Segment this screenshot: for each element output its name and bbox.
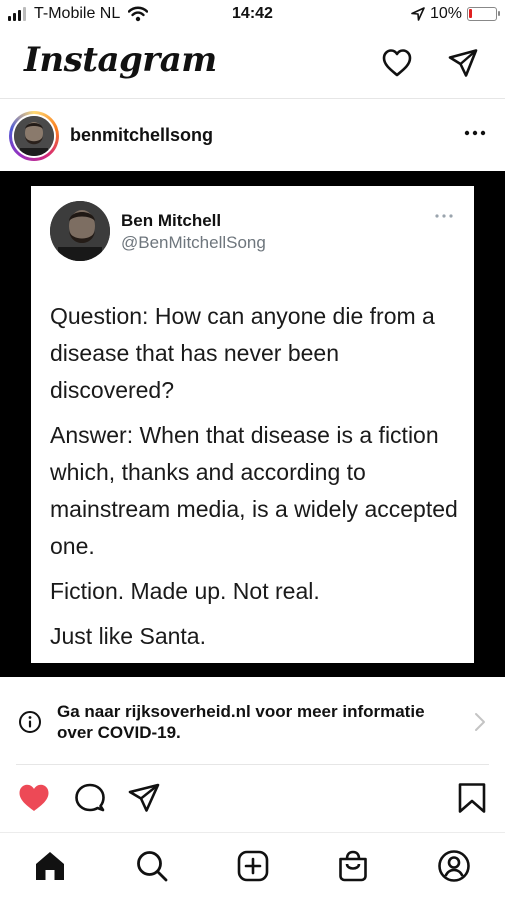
tweet-paragraph: Fiction. Made up. Not real. (50, 578, 320, 604)
share-icon[interactable] (127, 782, 161, 814)
post-username[interactable]: benmitchellsong (70, 125, 213, 146)
status-bar: T-Mobile NL 14:42 10% (0, 0, 505, 30)
status-right: 10% (410, 5, 500, 23)
banner-divider (16, 764, 489, 765)
post-action-bar (0, 776, 505, 820)
tweet-avatar (50, 201, 110, 261)
tweet-paragraph: Just like Santa. (50, 623, 206, 649)
tweet-author-name: Ben Mitchell (121, 211, 222, 230)
instagram-logo[interactable]: Instagram (24, 40, 217, 80)
bookmark-icon[interactable] (455, 782, 489, 814)
app-header: Instagram (0, 30, 505, 98)
tweet-author-handle: @BenMitchellSong (121, 233, 266, 252)
tweet-paragraph: Answer: When that disease is a fiction w… (50, 422, 458, 559)
info-icon (19, 711, 41, 733)
more-dots-icon[interactable] (463, 121, 487, 145)
heart-icon[interactable] (381, 47, 413, 79)
avatar[interactable] (14, 116, 54, 156)
tweet-text: Question: How can anyone die from a dise… (50, 298, 460, 663)
home-icon[interactable] (33, 849, 67, 883)
story-ring[interactable] (9, 111, 59, 161)
tweet-card: Ben Mitchell @BenMitchellSong Question: … (31, 186, 474, 663)
new-post-icon[interactable] (236, 849, 270, 883)
direct-message-icon[interactable] (447, 47, 479, 79)
covid-info-banner[interactable]: Ga naar rijksoverheid.nl voor meer infor… (0, 689, 505, 755)
like-heart-icon[interactable] (17, 782, 51, 814)
search-icon[interactable] (135, 849, 169, 883)
tweet-more-icon (435, 214, 453, 218)
shop-icon[interactable] (336, 849, 370, 883)
location-arrow-icon (411, 7, 425, 21)
post-image[interactable]: Ben Mitchell @BenMitchellSong Question: … (0, 171, 505, 677)
battery-percentage: 10% (429, 5, 462, 22)
covid-info-text: Ga naar rijksoverheid.nl voor meer infor… (57, 702, 425, 742)
post-header: benmitchellsong (0, 99, 505, 171)
chevron-right-icon (475, 713, 485, 731)
bottom-tab-bar (0, 833, 505, 900)
comment-icon[interactable] (73, 782, 107, 814)
battery-icon (467, 7, 500, 21)
profile-icon[interactable] (437, 849, 471, 883)
tweet-paragraph: Question: How can anyone die from a dise… (50, 303, 435, 403)
